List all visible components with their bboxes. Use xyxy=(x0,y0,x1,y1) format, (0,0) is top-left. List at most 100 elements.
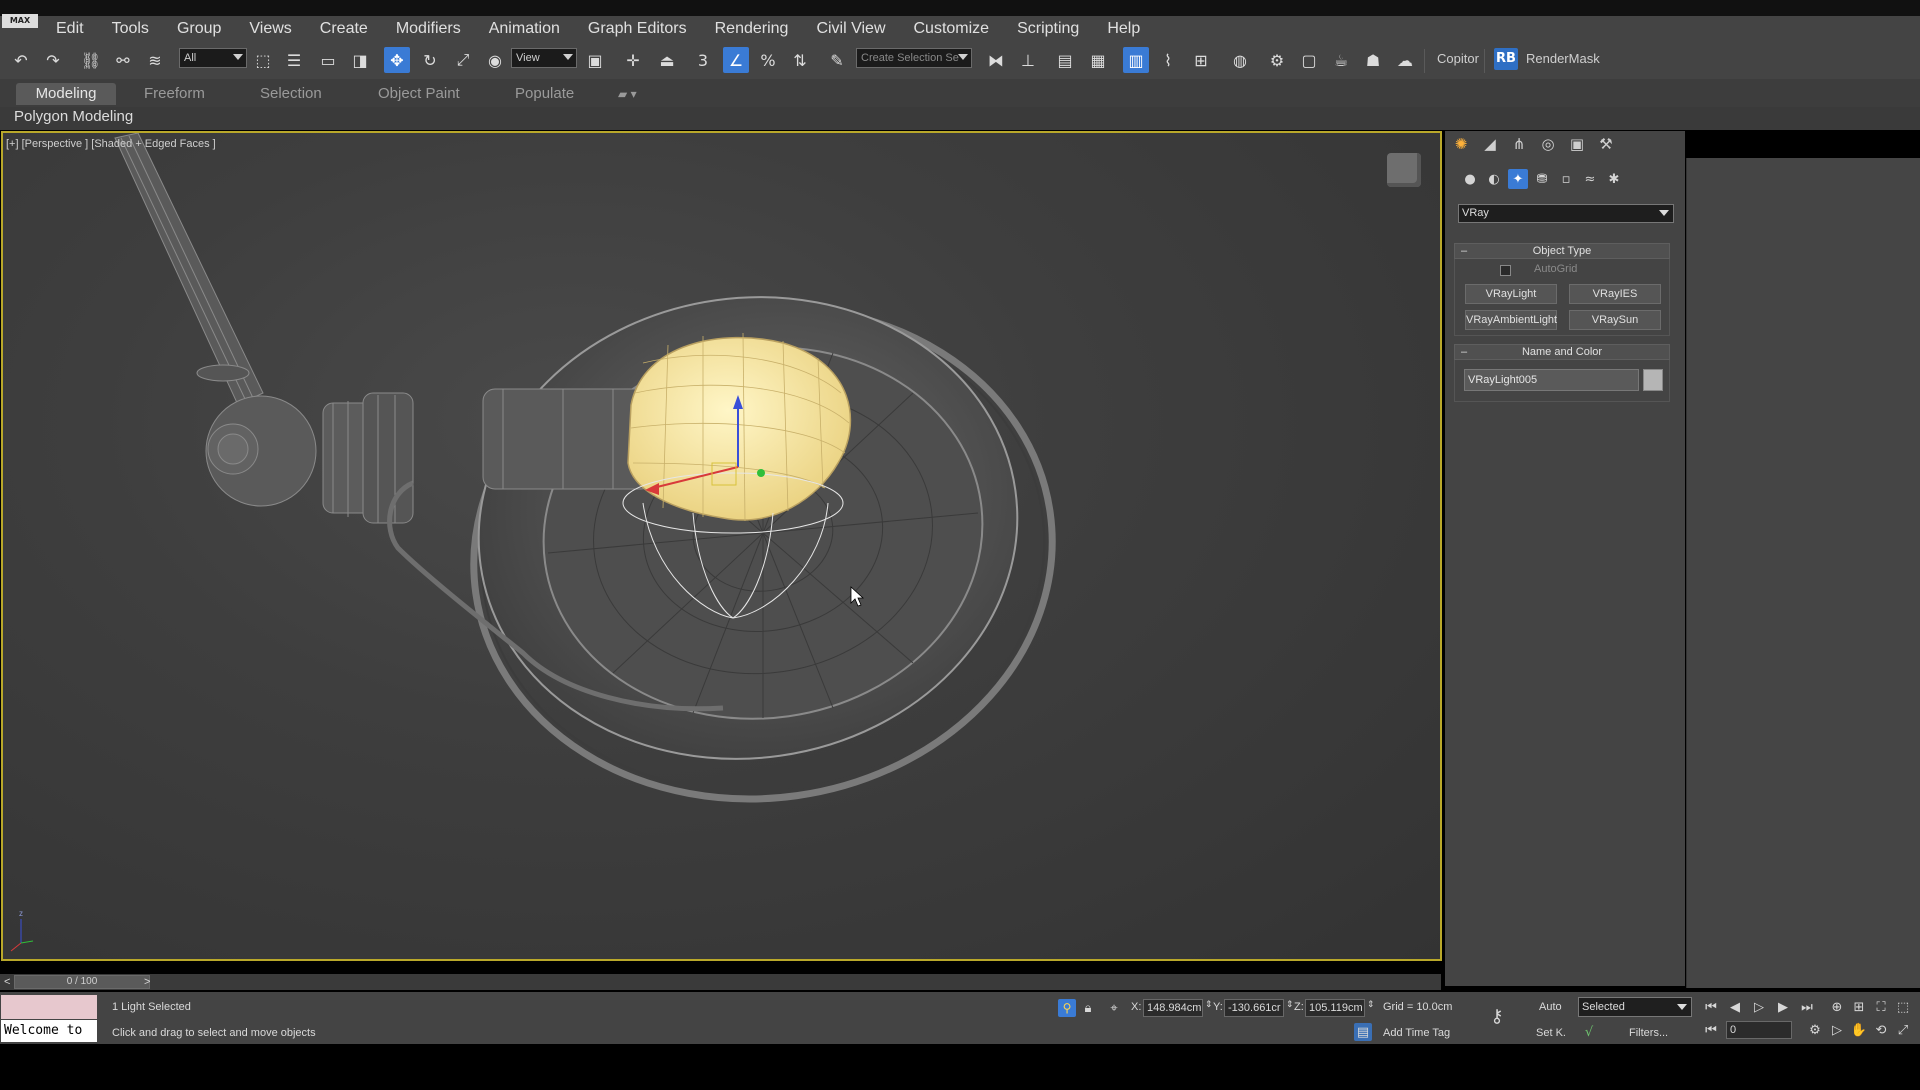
maxscript-listener-white[interactable]: Welcome to xyxy=(1,1020,97,1042)
rendermask-rb-icon[interactable]: RB xyxy=(1494,48,1518,70)
render-iterative-icon[interactable]: ☗ xyxy=(1360,47,1386,73)
menu-item-modifiers[interactable]: Modifiers xyxy=(382,16,475,41)
geometry-icon[interactable]: ● xyxy=(1460,169,1480,189)
object-name-field[interactable]: VRayLight005 xyxy=(1464,369,1639,391)
manipulate-icon[interactable]: ✛ xyxy=(620,47,646,73)
time-tag-icon[interactable]: ▤ xyxy=(1354,1023,1372,1041)
spinner-snap-icon[interactable]: ⇅ xyxy=(787,47,813,73)
undo-icon[interactable]: ↶ xyxy=(8,47,34,73)
percent-snap-icon[interactable]: % xyxy=(755,47,781,73)
utilities-tab-icon[interactable]: ⚒ xyxy=(1595,133,1617,155)
space-warps-icon[interactable]: ≈ xyxy=(1580,169,1600,189)
pivot-icon[interactable]: ▣ xyxy=(582,47,608,73)
render-icon[interactable]: ☕ xyxy=(1328,47,1354,73)
field-of-view-icon[interactable]: ▷ xyxy=(1828,1021,1846,1039)
mirror-icon[interactable]: ⧓ xyxy=(983,47,1009,73)
key-mode-icon[interactable]: ⏮ xyxy=(1702,1021,1720,1039)
set-key-icon[interactable]: ⚷ xyxy=(1488,1006,1506,1027)
unlink-icon[interactable]: ⚯ xyxy=(110,47,136,73)
y-coordinate-field[interactable]: -130.661cr xyxy=(1224,999,1284,1017)
align-icon[interactable]: ⊥ xyxy=(1015,47,1041,73)
menu-item-group[interactable]: Group xyxy=(163,16,235,41)
ribbon-tab-modeling[interactable]: Modeling xyxy=(16,83,116,105)
menu-item-help[interactable]: Help xyxy=(1093,16,1154,41)
menu-item-graph-editors[interactable]: Graph Editors xyxy=(574,16,701,41)
select-object-icon[interactable]: ⬚ xyxy=(250,47,276,73)
systems-icon[interactable]: ✱ xyxy=(1604,169,1624,189)
current-frame-field[interactable]: 0 xyxy=(1726,1021,1792,1039)
select-by-name-icon[interactable]: ☰ xyxy=(281,47,307,73)
menu-item-civil-view[interactable]: Civil View xyxy=(802,16,899,41)
layer-explorer-icon[interactable]: ▤ xyxy=(1052,47,1078,73)
hierarchy-tab-icon[interactable]: ⋔ xyxy=(1508,133,1530,155)
time-slider-prev[interactable]: < xyxy=(4,976,10,988)
curve-editor-icon[interactable]: ⌇ xyxy=(1155,47,1181,73)
render-cloud-icon[interactable]: ☁ xyxy=(1392,47,1418,73)
play-icon[interactable]: ▷ xyxy=(1750,998,1768,1016)
next-frame-icon[interactable]: ▶ xyxy=(1774,998,1792,1016)
go-to-start-icon[interactable]: ⏮ xyxy=(1702,998,1720,1016)
selection-lock-icon[interactable]: 🔒︎ xyxy=(1079,999,1097,1017)
zoom-icon[interactable]: ⊕ xyxy=(1828,998,1846,1016)
light-type-dropdown[interactable]: VRay xyxy=(1458,204,1674,223)
viewport-label[interactable]: [+] [Perspective ] [Shaded + Edged Faces… xyxy=(6,138,216,150)
rectangle-region-icon[interactable]: ▭ xyxy=(315,47,341,73)
snap-toggle-icon[interactable]: 3 xyxy=(690,47,716,73)
x-coordinate-field[interactable]: 148.984cm xyxy=(1143,999,1203,1017)
time-slider-next[interactable]: > xyxy=(144,976,150,988)
lights-icon[interactable]: ✦ xyxy=(1508,169,1528,189)
viewcube[interactable] xyxy=(1387,153,1421,187)
angle-snap-icon[interactable]: ∠ xyxy=(723,47,749,73)
menu-item-customize[interactable]: Customize xyxy=(900,16,1004,41)
render-setup-icon[interactable]: ⚙ xyxy=(1264,47,1290,73)
schematic-view-icon[interactable]: ⊞ xyxy=(1188,47,1214,73)
vrayies-button[interactable]: VRayIES xyxy=(1569,284,1661,304)
shapes-icon[interactable]: ◐ xyxy=(1484,169,1504,189)
auto-key-button[interactable]: Auto xyxy=(1539,1001,1562,1013)
zoom-all-icon[interactable]: ⊞ xyxy=(1850,998,1868,1016)
material-editor-icon[interactable]: ◍ xyxy=(1227,47,1253,73)
isolate-selection-icon[interactable]: ⚲ xyxy=(1058,999,1076,1017)
edit-named-selection-icon[interactable]: ✎ xyxy=(824,47,850,73)
keyboard-shortcut-icon[interactable]: ⏏ xyxy=(654,47,680,73)
reference-coordinate-dropdown[interactable]: View xyxy=(511,48,577,68)
menu-item-rendering[interactable]: Rendering xyxy=(701,16,803,41)
scene-explorer-icon[interactable]: ▦ xyxy=(1085,47,1111,73)
copitor-button[interactable]: Copitor xyxy=(1437,51,1479,66)
add-time-tag[interactable]: Add Time Tag xyxy=(1383,1027,1450,1039)
menu-item-scripting[interactable]: Scripting xyxy=(1003,16,1093,41)
object-color-swatch[interactable] xyxy=(1643,369,1663,391)
vraylight-button[interactable]: VRayLight xyxy=(1465,284,1557,304)
ribbon-tab-object-paint[interactable]: Object Paint xyxy=(366,83,472,105)
absolute-mode-icon[interactable]: ⌖ xyxy=(1105,999,1123,1017)
autogrid-checkbox[interactable] xyxy=(1500,265,1511,276)
move-icon[interactable]: ✥ xyxy=(384,47,410,73)
polygon-modeling-label[interactable]: Polygon Modeling xyxy=(14,108,133,125)
name-and-color-rollout-header[interactable]: – Name and Color xyxy=(1454,344,1670,360)
bind-space-warp-icon[interactable]: ≋ xyxy=(142,47,168,73)
named-selection-dropdown[interactable]: Create Selection Se xyxy=(856,48,972,68)
link-icon[interactable]: ⛓ xyxy=(78,47,104,73)
place-icon[interactable]: ◉ xyxy=(482,47,508,73)
helpers-icon[interactable]: ▫ xyxy=(1556,169,1576,189)
ribbon-toggle-icon[interactable]: ▥ xyxy=(1123,47,1149,73)
menu-item-create[interactable]: Create xyxy=(306,16,382,41)
zoom-extents-icon[interactable]: ⛶ xyxy=(1872,998,1890,1016)
perspective-viewport[interactable]: z [+] [Perspective ] [Shaded + Edged Fac… xyxy=(1,131,1442,961)
ribbon-tab-freeform[interactable]: Freeform xyxy=(132,83,217,105)
x-spinner-icon[interactable]: ⇕ xyxy=(1205,999,1213,1010)
ribbon-tab-populate[interactable]: Populate xyxy=(503,83,586,105)
z-coordinate-field[interactable]: 105.119cm xyxy=(1305,999,1365,1017)
z-spinner-icon[interactable]: ⇕ xyxy=(1367,999,1375,1010)
vraysun-button[interactable]: VRaySun xyxy=(1569,310,1661,330)
key-filter-dropdown[interactable]: Selected xyxy=(1578,997,1692,1017)
create-tab-icon[interactable]: ✺ xyxy=(1450,133,1472,155)
ribbon-tab-selection[interactable]: Selection xyxy=(248,83,334,105)
time-slider-thumb[interactable]: 0 / 100 xyxy=(14,975,150,989)
motion-tab-icon[interactable]: ◎ xyxy=(1537,133,1559,155)
maxscript-listener-pink[interactable] xyxy=(1,995,97,1019)
rendermask-button[interactable]: RenderMask xyxy=(1526,51,1600,66)
ribbon-options-icon[interactable]: ▰ ▾ xyxy=(606,83,649,105)
modify-tab-icon[interactable]: ◢ xyxy=(1479,133,1501,155)
time-config-icon[interactable]: ⚙ xyxy=(1806,1021,1824,1039)
